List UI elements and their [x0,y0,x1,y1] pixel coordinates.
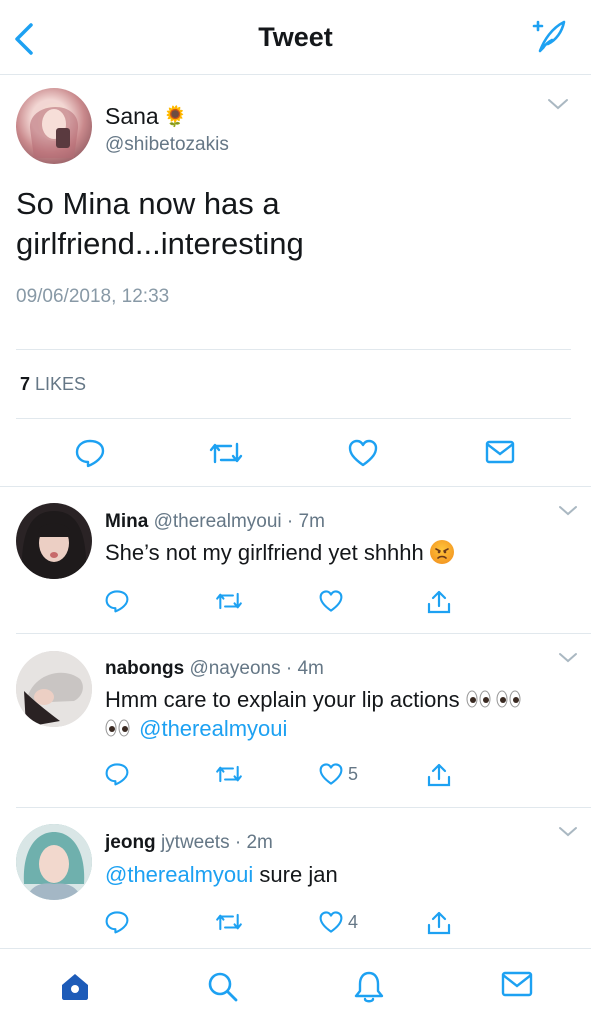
author-name[interactable]: jeong [105,832,156,853]
tab-bar [0,948,591,1025]
like-icon[interactable]: 5 [318,762,358,786]
like-count: 5 [348,763,359,784]
retweet-icon[interactable] [214,589,244,613]
share-icon[interactable] [426,589,452,615]
author-name[interactable]: nabongs [105,658,184,679]
reply-text: Hmm care to explain your lip actions @th… [105,685,575,743]
reply-icon[interactable] [104,762,130,786]
tweet-text: So Mina now has a girlfriend...interesti… [16,186,304,261]
navigation-bar: Tweet [0,0,591,75]
divider [16,418,571,419]
reply-icon[interactable] [74,438,106,468]
like-icon[interactable]: 4 [318,910,358,934]
search-icon[interactable] [205,969,239,1003]
avatar[interactable] [16,88,92,164]
chevron-down-icon[interactable] [558,505,578,517]
sunflower-emoji: 🌻 [162,106,188,128]
retweet-icon[interactable] [214,762,244,786]
eyes-emoji [466,688,524,710]
notifications-icon[interactable] [352,969,386,1005]
reply-text: She’s not my girlfriend yet shhhh [105,538,565,567]
reply-header: Mina @therealmyoui · 7m [105,511,325,533]
reply-actions: 4 [0,910,591,940]
compose-tweet-icon[interactable] [528,18,568,54]
reply-icon[interactable] [104,910,130,934]
mention-link[interactable]: @therealmyoui [139,716,287,741]
retweet-icon[interactable] [214,910,244,934]
author-handle[interactable]: @therealmyoui [154,511,282,532]
share-icon[interactable] [426,762,452,788]
divider [0,486,591,487]
reply-header: nabongs @nayeons · 4m [105,658,324,680]
avatar[interactable] [16,503,92,579]
message-icon[interactable] [484,438,516,466]
angry-face-emoji [429,540,454,564]
reply-time: · 4m [285,658,324,679]
chevron-down-icon[interactable] [558,652,578,664]
reply-actions: 5 [0,762,591,792]
home-icon[interactable] [58,969,92,1003]
like-count: 4 [348,911,359,932]
divider [16,807,591,808]
avatar[interactable] [16,824,92,900]
tweet-actions [0,432,591,478]
avatar[interactable] [16,651,92,727]
author-handle[interactable]: @nayeons [189,658,280,679]
mention-link[interactable]: @therealmyoui [105,862,253,887]
tweet-timestamp: 09/06/2018, 12:33 [16,286,170,307]
retweet-icon[interactable] [207,438,245,468]
author-name[interactable]: Mina [105,511,148,532]
like-icon[interactable] [347,438,379,468]
share-icon[interactable] [426,910,452,936]
eyes-emoji [105,717,133,739]
chevron-down-icon[interactable] [547,97,569,111]
chevron-down-icon[interactable] [558,826,578,838]
author-handle[interactable]: @shibetozakis [105,134,229,156]
divider [16,633,591,634]
reply-time: · 2m [234,832,273,853]
reply-time: · 7m [286,511,325,532]
reply-actions [0,589,591,619]
author-handle[interactable]: jytweets [161,832,230,853]
like-icon[interactable] [318,589,348,613]
messages-icon[interactable] [500,969,534,999]
divider [16,349,571,350]
reply-text: @therealmyoui sure jan [105,862,338,887]
author-name[interactable]: Sana 🌻 [105,103,188,130]
reply-header: jeong jytweets · 2m [105,832,273,854]
likes-count[interactable]: 7 LIKES [20,374,86,395]
page-title: Tweet [258,22,333,52]
reply-icon[interactable] [104,589,130,613]
